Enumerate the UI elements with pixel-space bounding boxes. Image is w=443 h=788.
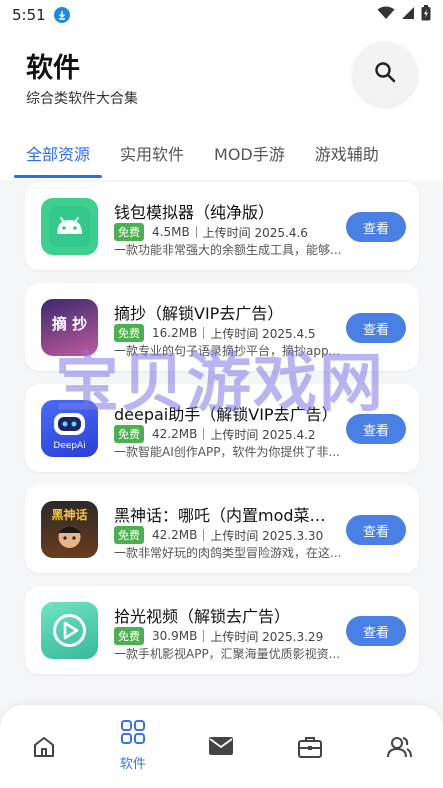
category-tabs: 全部资源 实用软件 MOD手游 游戏辅助	[0, 128, 443, 178]
nav-home[interactable]	[14, 719, 74, 763]
toolbox-icon	[297, 735, 323, 763]
app-size: 42.2MB	[152, 528, 198, 542]
battery-icon	[421, 5, 431, 25]
app-description: 一款功能非常强大的余额生成工具，能够...	[114, 243, 342, 257]
grid-icon	[120, 719, 146, 749]
home-icon	[32, 735, 56, 763]
app-description: 一款智能AI创作APP，软件为你提供了非...	[114, 445, 340, 459]
nav-profile[interactable]	[369, 719, 429, 763]
app-meta: 免费 4.5MB 上传时间 2025.4.6	[114, 223, 308, 241]
app-name: 钱包模拟器（纯净版）	[114, 203, 275, 222]
app-card[interactable]: 黑神话 黑神话：哪吒（内置mod菜单） 免费 42.2MB 上传时间 2025.…	[25, 485, 419, 573]
app-card[interactable]: 钱包模拟器（纯净版） 免费 4.5MB 上传时间 2025.4.6 一款功能非常…	[25, 182, 419, 270]
app-name: 摘抄（解锁VIP去广告）	[114, 304, 284, 323]
app-meta: 免费 42.2MB 上传时间 2025.4.2	[114, 425, 316, 443]
app-size: 42.2MB	[152, 427, 198, 441]
heishenhua-icon: 黑神话	[41, 501, 98, 558]
divider	[195, 226, 197, 238]
mail-icon	[208, 735, 234, 761]
signal-icon	[401, 6, 415, 24]
divider	[203, 327, 205, 339]
status-bar: 5:51	[0, 0, 443, 30]
app-meta: 免费 30.9MB 上传时间 2025.3.29	[114, 627, 323, 645]
free-badge: 免费	[114, 526, 144, 544]
view-button[interactable]: 查看	[346, 414, 406, 444]
app-meta: 免费 16.2MB 上传时间 2025.4.5	[114, 324, 316, 342]
tab-mod-games[interactable]: MOD手游	[214, 128, 285, 178]
users-icon	[386, 735, 412, 763]
free-badge: 免费	[114, 627, 144, 645]
app-name: deepai助手（解锁VIP去广告）	[114, 405, 338, 424]
nav-software[interactable]: 软件	[103, 719, 163, 772]
app-icon-text: 摘 抄	[51, 315, 88, 333]
app-size: 4.5MB	[152, 225, 190, 239]
app-description: 一款手机影视APP，汇聚海量优质影视资...	[114, 647, 341, 661]
play-icon	[41, 602, 98, 659]
download-icon	[53, 7, 70, 23]
free-badge: 免费	[114, 425, 144, 443]
search-icon	[373, 60, 397, 88]
app-card[interactable]: DeepAi deepai助手（解锁VIP去广告） 免费 42.2MB 上传时间…	[25, 384, 419, 472]
app-icon-text: DeepAi	[53, 441, 86, 451]
tab-game-assist[interactable]: 游戏辅助	[315, 128, 379, 178]
app-card[interactable]: 拾光视频（解锁去广告） 免费 30.9MB 上传时间 2025.3.29 一款手…	[25, 586, 419, 674]
view-button[interactable]: 查看	[346, 616, 406, 646]
nav-messages[interactable]	[191, 719, 251, 761]
free-badge: 免费	[114, 223, 144, 241]
app-meta: 免费 42.2MB 上传时间 2025.3.30	[114, 526, 323, 544]
nav-toolbox[interactable]	[280, 719, 340, 763]
view-button[interactable]: 查看	[346, 313, 406, 343]
wifi-icon	[377, 6, 395, 24]
app-size: 30.9MB	[152, 629, 198, 643]
free-badge: 免费	[114, 324, 144, 342]
page-subtitle: 综合类软件大合集	[26, 91, 138, 107]
divider	[203, 630, 205, 642]
app-list: 钱包模拟器（纯净版） 免费 4.5MB 上传时间 2025.4.6 一款功能非常…	[0, 180, 443, 700]
app-name: 黑神话：哪吒（内置mod菜单）	[114, 506, 339, 525]
app-description: 一款非常好玩的肉鸽类型冒险游戏，在这...	[114, 546, 342, 560]
android-icon	[41, 198, 98, 255]
page-header: 软件 综合类软件大合集 全部资源 实用软件 MOD手游 游戏辅助	[0, 30, 443, 180]
divider	[203, 428, 205, 440]
view-button[interactable]: 查看	[346, 515, 406, 545]
search-button[interactable]	[353, 42, 417, 106]
zhaochao-icon: 摘 抄	[41, 299, 98, 356]
app-card[interactable]: 摘 抄 摘抄（解锁VIP去广告） 免费 16.2MB 上传时间 2025.4.5…	[25, 283, 419, 371]
app-description: 一款专业的句子语录摘抄平台，摘抄app...	[114, 344, 341, 358]
bottom-nav: 软件	[0, 705, 443, 788]
deepai-icon: DeepAi	[41, 400, 98, 457]
divider	[203, 529, 205, 541]
app-size: 16.2MB	[152, 326, 198, 340]
view-button[interactable]: 查看	[346, 212, 406, 242]
tab-all-resources[interactable]: 全部资源	[13, 128, 103, 178]
upload-time: 上传时间 2025.3.29	[210, 629, 324, 644]
upload-time: 上传时间 2025.4.5	[210, 326, 316, 341]
upload-time: 上传时间 2025.4.2	[210, 427, 316, 442]
page-title: 软件	[26, 53, 80, 84]
tab-utility-software[interactable]: 实用软件	[120, 128, 184, 178]
status-time: 5:51	[12, 6, 46, 24]
upload-time: 上传时间 2025.3.30	[210, 528, 324, 543]
app-name: 拾光视频（解锁去广告）	[114, 607, 291, 626]
upload-time: 上传时间 2025.4.6	[202, 225, 308, 240]
nav-label: 软件	[119, 757, 146, 772]
